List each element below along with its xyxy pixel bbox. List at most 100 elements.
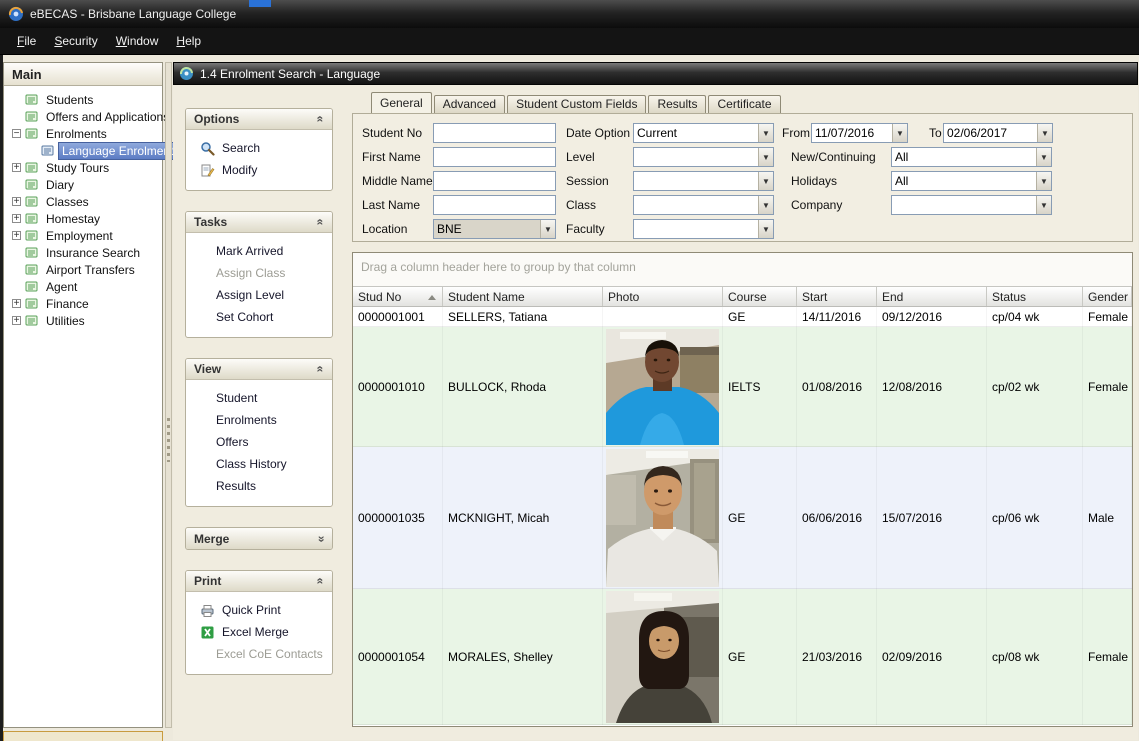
cell-start: 06/06/2016	[797, 447, 877, 589]
view-results-button[interactable]: Results	[186, 475, 332, 497]
group-options-header[interactable]: Options	[186, 109, 332, 130]
search-button[interactable]: Search	[186, 137, 332, 159]
group-merge-header[interactable]: Merge	[186, 528, 332, 549]
sidebar-item-offers-applications[interactable]: Offers and Applications	[4, 108, 162, 125]
date-option-value: Current	[634, 124, 758, 142]
column-header-gender[interactable]: Gender	[1083, 287, 1132, 306]
sidebar-item-agent[interactable]: Agent	[4, 278, 162, 295]
quick-print-button[interactable]: Quick Print	[186, 599, 332, 621]
menu-security[interactable]: Security	[45, 30, 106, 52]
column-header-photo[interactable]: Photo	[603, 287, 723, 306]
table-row[interactable]: 0000001001 SELLERS, Tatiana GE 14/11/201…	[353, 307, 1132, 327]
collapse-expander-icon[interactable]	[12, 129, 21, 138]
mark-arrived-button[interactable]: Mark Arrived	[186, 240, 332, 262]
table-row[interactable]: 0000001035 MCKNIGHT, Micah	[353, 447, 1132, 589]
expand-expander-icon[interactable]	[12, 231, 21, 240]
student-photo	[606, 449, 719, 587]
sidebar-item-label: Utilities	[42, 312, 89, 330]
panel-header: 1.4 Enrolment Search - Language	[173, 62, 1138, 85]
cell-stud-no: 0000001001	[353, 307, 443, 327]
sidebar-horizontal-scrollbar[interactable]	[3, 731, 163, 741]
sidebar-item-airport-transfers[interactable]: Airport Transfers	[4, 261, 162, 278]
column-header-status[interactable]: Status	[987, 287, 1083, 306]
location-value: BNE	[434, 220, 540, 238]
expand-expander-icon[interactable]	[12, 316, 21, 325]
cell-course: GE	[723, 589, 797, 725]
middle-name-input[interactable]	[433, 171, 556, 191]
excel-merge-button[interactable]: Excel Merge	[186, 621, 332, 643]
cell-stud-no: 0000001010	[353, 327, 443, 447]
column-header-student-name[interactable]: Student Name	[443, 287, 603, 306]
sidebar-item-enrolments[interactable]: Enrolments	[4, 125, 162, 142]
sidebar-item-insurance-search[interactable]: Insurance Search	[4, 244, 162, 261]
group-tasks-header[interactable]: Tasks	[186, 212, 332, 233]
tab-results[interactable]: Results	[648, 95, 706, 113]
tab-student-custom-fields[interactable]: Student Custom Fields	[507, 95, 646, 113]
table-row[interactable]: 0000001054 MORALES, Shelley	[353, 589, 1132, 725]
new-continuing-select[interactable]: All	[891, 147, 1052, 167]
sidebar-item-classes[interactable]: Classes	[4, 193, 162, 210]
tab-advanced[interactable]: Advanced	[434, 95, 505, 113]
location-select[interactable]: BNE	[433, 219, 556, 239]
to-date-picker[interactable]: 02/06/2017	[943, 123, 1053, 143]
view-student-button[interactable]: Student	[186, 387, 332, 409]
student-no-input[interactable]	[433, 123, 556, 143]
column-header-course[interactable]: Course	[723, 287, 797, 306]
sidebar-splitter[interactable]	[165, 62, 172, 728]
enrolment-search-icon	[179, 66, 194, 81]
expand-expander-icon[interactable]	[12, 197, 21, 206]
date-option-select[interactable]: Current	[633, 123, 774, 143]
column-header-start[interactable]: Start	[797, 287, 877, 306]
first-name-input[interactable]	[433, 147, 556, 167]
set-cohort-button[interactable]: Set Cohort	[186, 306, 332, 328]
dropdown-arrow-icon	[758, 172, 773, 190]
sidebar-item-language-enrolments[interactable]: Language Enrolments	[4, 142, 162, 159]
view-class-history-label: Class History	[216, 457, 287, 471]
assign-level-button[interactable]: Assign Level	[186, 284, 332, 306]
collapse-icon	[314, 578, 328, 585]
cell-end: 02/09/2016	[877, 589, 987, 725]
panel-body: Options Search Modify	[173, 85, 1138, 740]
last-name-input[interactable]	[433, 195, 556, 215]
holidays-select[interactable]: All	[891, 171, 1052, 191]
menu-file[interactable]: File	[8, 30, 45, 52]
sidebar-item-label: Airport Transfers	[42, 261, 139, 279]
group-by-bar[interactable]: Drag a column header here to group by th…	[353, 253, 1132, 286]
expand-expander-icon[interactable]	[12, 299, 21, 308]
menu-help[interactable]: Help	[167, 30, 210, 52]
company-select[interactable]	[891, 195, 1052, 215]
group-print-header[interactable]: Print	[186, 571, 332, 592]
session-select[interactable]	[633, 171, 774, 191]
table-row[interactable]: 0000001010 BULLOCK, Rhoda	[353, 327, 1132, 447]
sidebar-item-utilities[interactable]: Utilities	[4, 312, 162, 329]
expand-expander-icon[interactable]	[12, 163, 21, 172]
view-offers-button[interactable]: Offers	[186, 431, 332, 453]
sidebar-item-finance[interactable]: Finance	[4, 295, 162, 312]
dropdown-arrow-icon	[540, 220, 555, 238]
sidebar-item-employment[interactable]: Employment	[4, 227, 162, 244]
sidebar-item-study-tours[interactable]: Study Tours	[4, 159, 162, 176]
tab-certificate[interactable]: Certificate	[708, 95, 780, 113]
sidebar-item-homestay[interactable]: Homestay	[4, 210, 162, 227]
modify-button-label: Modify	[222, 163, 257, 177]
menu-window[interactable]: Window	[107, 30, 168, 52]
group-view-header[interactable]: View	[186, 359, 332, 380]
modify-button[interactable]: Modify	[186, 159, 332, 181]
class-select[interactable]	[633, 195, 774, 215]
assign-class-label: Assign Class	[216, 266, 285, 280]
sidebar-item-diary[interactable]: Diary	[4, 176, 162, 193]
column-header-end[interactable]: End	[877, 287, 987, 306]
view-enrolments-button[interactable]: Enrolments	[186, 409, 332, 431]
sidebar-item-students[interactable]: Students	[4, 91, 162, 108]
faculty-select[interactable]	[633, 219, 774, 239]
cell-student-name: SELLERS, Tatiana	[443, 307, 603, 327]
view-class-history-button[interactable]: Class History	[186, 453, 332, 475]
tab-general[interactable]: General	[371, 92, 432, 113]
level-select[interactable]	[633, 147, 774, 167]
column-header-stud-no[interactable]: Stud No	[353, 287, 443, 306]
search-tabs: General Advanced Student Custom Fields R…	[371, 92, 783, 113]
cell-course: IELTS	[723, 327, 797, 447]
dropdown-arrow-icon	[758, 124, 773, 142]
from-date-picker[interactable]: 11/07/2016	[811, 123, 908, 143]
expand-expander-icon[interactable]	[12, 214, 21, 223]
